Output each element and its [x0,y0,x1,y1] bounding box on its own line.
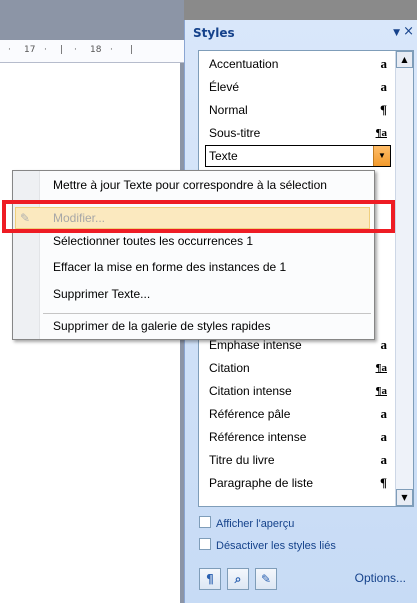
new-style-icon[interactable]: ¶ [199,568,221,590]
options-link[interactable]: Options... [355,571,406,585]
pane-title: Styles [193,26,235,40]
style-item[interactable]: Référence pâle a [205,403,391,425]
style-context-menu: ✎ Mettre à jour Texte pour correspondre … [12,170,375,340]
style-label: Citation intense [209,384,292,398]
ruler-mark: 18 [90,45,102,55]
ruler-mark: 17 [24,45,36,55]
ruler-mark: | [130,45,134,55]
ruler-mark: · [44,45,47,55]
menu-item-update-style[interactable]: Mettre à jour Texte pour correspondre à … [53,173,327,197]
style-item[interactable]: Citation ¶a [205,357,391,379]
disable-linked-checkbox[interactable] [199,538,211,550]
menu-item-remove-from-gallery[interactable]: Supprimer de la galerie de styles rapide… [53,314,270,338]
style-item[interactable]: Sous-titre ¶a [205,122,391,144]
manage-styles-icon[interactable]: ✎ [255,568,277,590]
show-preview-label: Afficher l'aperçu [216,518,295,530]
ruler-mark: · [8,45,11,55]
paragraph-style-icon: ¶ [379,102,387,117]
style-label: Citation [209,361,250,375]
style-label: Normal [209,103,248,117]
linked-style-icon: ¶a [375,362,387,374]
character-style-icon: a [380,56,388,71]
style-item[interactable]: Paragraphe de liste ¶ [205,472,391,494]
chevron-down-icon[interactable]: ▼ [393,28,400,38]
character-style-icon: a [380,337,388,352]
character-style-icon: a [380,452,388,467]
style-label: Élevé [209,80,240,94]
style-inspector-icon[interactable]: ⌕ [227,568,249,590]
ruler-mark: · [74,45,77,55]
character-style-icon: a [380,429,388,444]
red-annotation-box [2,200,395,233]
ruler-mark: · [110,45,113,55]
style-item[interactable]: Accentuation a [205,53,391,75]
disable-linked-label: Désactiver les styles liés [216,540,336,552]
scroll-up-icon[interactable]: ▲ [396,51,413,68]
style-label: Texte [209,149,238,163]
show-preview-option[interactable]: Afficher l'aperçu [199,516,294,532]
horizontal-ruler: · 17 · | · 18 · | [0,40,184,63]
menu-item-clear-formatting[interactable]: Effacer la mise en forme des instances d… [53,255,286,279]
styles-scrollbar[interactable]: ▲ ▼ [395,51,413,506]
style-item[interactable]: Élevé a [205,76,391,98]
style-label: Référence pâle [209,407,291,421]
style-item[interactable]: Normal ¶ [205,99,391,121]
style-label: Référence intense [209,430,307,444]
character-style-icon: a [380,406,388,421]
style-label: Sous-titre [209,126,261,140]
style-label: Paragraphe de liste [209,476,314,490]
menu-item-delete-style[interactable]: Supprimer Texte... [53,282,150,306]
style-item[interactable]: Titre du livre a [205,449,391,471]
style-item-selected[interactable]: Texte ▼ [205,145,391,167]
close-icon[interactable]: × [403,24,414,39]
ruler-mark: | [60,45,64,55]
menu-icon-gutter [13,171,40,339]
linked-style-icon: ¶a [375,127,387,139]
disable-linked-option[interactable]: Désactiver les styles liés [199,538,336,554]
style-item[interactable]: Référence intense a [205,426,391,448]
linked-style-icon: ¶a [375,385,387,397]
character-style-icon: a [380,79,388,94]
style-label: Accentuation [209,57,279,71]
style-item[interactable]: Citation intense ¶a [205,380,391,402]
scroll-down-icon[interactable]: ▼ [396,489,413,506]
style-menu-arrow-icon[interactable]: ▼ [373,146,390,166]
style-label: Titre du livre [209,453,275,467]
paragraph-style-icon: ¶ [379,475,387,490]
show-preview-checkbox[interactable] [199,516,211,528]
